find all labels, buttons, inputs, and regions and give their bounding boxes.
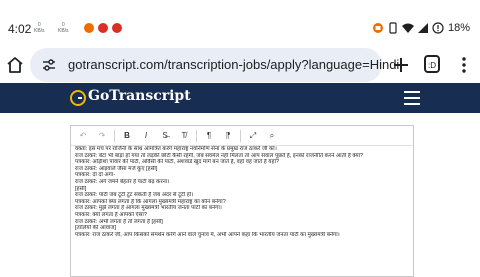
browser-toolbar: gotranscript.com/transcription-jobs/appl… [0, 48, 480, 84]
gotranscript-logo-icon[interactable] [70, 90, 86, 106]
bold-button[interactable]: B [119, 128, 135, 144]
toolbar-divider [240, 129, 241, 142]
undo-icon[interactable]: ↶ [75, 128, 91, 144]
transcript-line: वक्ता: इस मंच पर राजिनी के साथ आमंत्रित … [75, 146, 277, 152]
notification-app-icon [84, 23, 94, 33]
transcript-line: पत्रकार: क्यों लगता है आपको ऐसा? [75, 211, 147, 218]
transcript-line: पत्रकार: आपको क्या लगता है कि आगला मुख्य… [75, 198, 226, 205]
ltr-button[interactable]: ¶ [201, 128, 217, 144]
network-speed-2: 0 KB/s [58, 22, 69, 34]
clear-format-button[interactable]: T̸ [176, 128, 192, 144]
transcript-line: राज ठाकरे: आइवाले जैसा मंजे कुए [हंसी] [75, 165, 158, 172]
transcript-line: [तालियों की आवाज] [75, 225, 116, 232]
site-header: GoTranscript [0, 83, 480, 113]
redo-icon[interactable]: ↷ [94, 128, 110, 144]
transcript-editor[interactable]: ↶ ↷ B I S̶ T̸ ¶ ¶ ⤢ ⌕ वक्ता: इस मंच पर र… [70, 125, 414, 277]
signal-icon [417, 23, 428, 33]
network-speed-1-unit: KB/s [34, 28, 45, 34]
alert-icon [432, 22, 444, 34]
new-tab-icon[interactable] [392, 56, 410, 74]
transcript-line: राज ठाकरे: अगे जमने बेहतर है पार्टी बढ़ … [75, 178, 170, 185]
status-time: 4:02 [8, 22, 32, 36]
wifi-icon [401, 23, 414, 33]
battery-level: 18% [447, 22, 470, 34]
home-icon[interactable] [6, 56, 24, 74]
strike-button[interactable]: S̶ [157, 128, 173, 144]
transcript-line: राज ठाकरे: अभी लगता है तो लगता है [हंसी] [75, 218, 163, 225]
address-bar[interactable]: gotranscript.com/transcription-jobs/appl… [30, 48, 399, 82]
transcript-line: राज ठाकरे: बेटा भी बाड़ा हो गया तो लड़की… [75, 152, 364, 159]
transcript-line: पत्रकार: राज ठाकरे जी, आप किसको समर्थन क… [75, 231, 340, 238]
transcript-line: पत्रकार: ओड़ीशा पावार की पार्टी, ओवैसी क… [75, 159, 280, 166]
network-speed-1: 0 KB/s [34, 22, 45, 34]
more-menu-icon[interactable] [462, 56, 466, 74]
site-settings-icon[interactable] [42, 58, 56, 72]
transcript-line: राज ठाकरे: मुझे लगता है आगला मुख्यमंत्री… [75, 205, 222, 212]
tab-switcher-button[interactable]: :D [424, 55, 440, 73]
cast-icon [372, 23, 383, 33]
vibrate-icon [389, 22, 397, 34]
transcript-text-area[interactable]: वक्ता: इस मंच पर राजिनी के साथ आमंत्रित … [75, 146, 409, 274]
italic-button[interactable]: I [138, 128, 154, 144]
notification-app-icon [98, 23, 108, 33]
find-button[interactable]: ⌕ [264, 128, 280, 144]
transcript-line: राज ठाकरे: पार्टी जब टूटी टूट सकती है जब… [75, 192, 194, 199]
transcript-line: [हंसी] [75, 185, 87, 192]
site-logo-text[interactable]: GoTranscript [88, 88, 191, 104]
rtl-button[interactable]: ¶ [220, 128, 236, 144]
notification-app-icon [112, 23, 122, 33]
transcript-line: पत्रकार: दो दो अगा- [75, 172, 116, 179]
toolbar-divider [196, 129, 197, 142]
network-speed-2-unit: KB/s [58, 28, 69, 34]
status-bar: 4:02 0 KB/s 0 KB/s 18% [0, 0, 480, 36]
status-right-icons: 18% [372, 21, 470, 35]
toolbar-divider [114, 129, 115, 142]
editor-toolbar: ↶ ↷ B I S̶ T̸ ¶ ¶ ⤢ ⌕ [71, 126, 413, 146]
url-text[interactable]: gotranscript.com/transcription-jobs/appl… [68, 57, 399, 72]
maximize-button[interactable]: ⤢ [245, 128, 261, 144]
hamburger-menu-icon[interactable] [404, 91, 420, 105]
